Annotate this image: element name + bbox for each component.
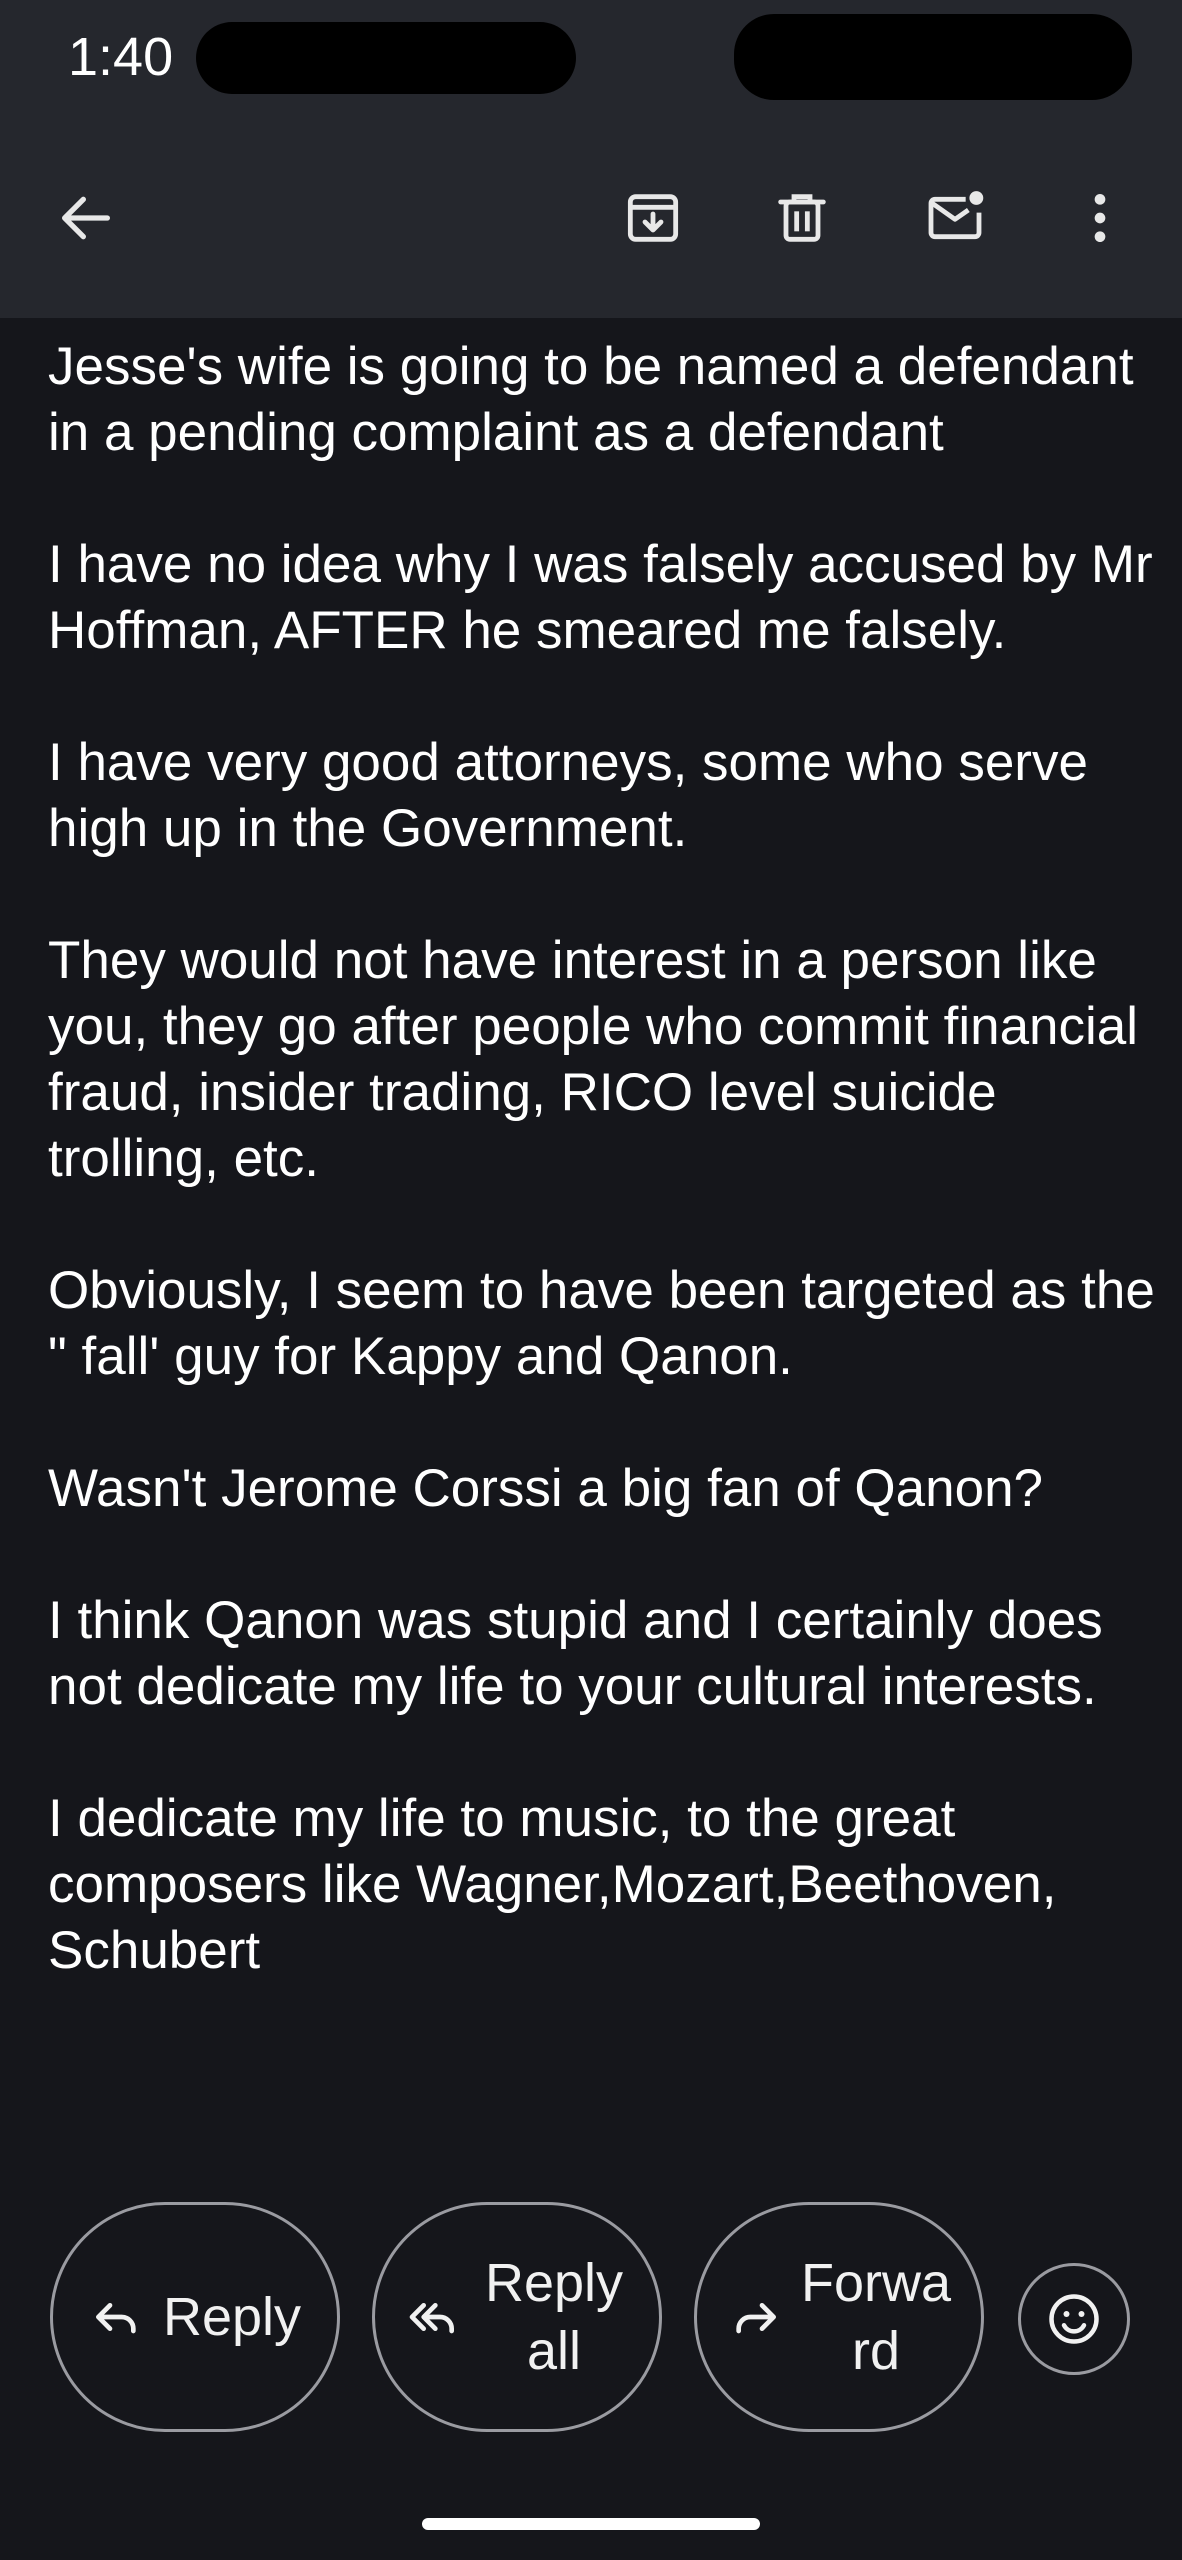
emoji-react-icon <box>1049 2294 1099 2344</box>
reply-all-label: Reply all <box>484 2253 624 2381</box>
email-paragraph: They would not have interest in a person… <box>48 931 1139 1188</box>
email-body: Jesse's wife is going to be named a defe… <box>48 334 1158 2050</box>
back-button[interactable] <box>36 168 136 268</box>
delete-button[interactable] <box>752 168 852 268</box>
arrow-back-icon <box>62 196 110 240</box>
trash-icon <box>778 194 826 242</box>
email-paragraph: I have very good attorneys, some who ser… <box>48 733 1088 858</box>
email-paragraph: Obviously, I seem to have been targeted … <box>48 1261 1155 1386</box>
reply-icon <box>95 2303 136 2334</box>
more-vert-icon <box>1094 194 1106 242</box>
forward-label: Forwa rd <box>801 2253 952 2381</box>
email-paragraph: Wasn't Jerome Corssi a big fan of Qanon? <box>48 1459 1044 1518</box>
email-paragraph: I have no idea why I was falsely accused… <box>48 535 1153 660</box>
redaction-block <box>734 14 1132 100</box>
archive-icon <box>627 194 679 242</box>
emoji-reaction-button[interactable] <box>1018 2263 1130 2375</box>
reply-label: Reply <box>162 2287 302 2347</box>
email-paragraph: I dedicate my life to music, to the grea… <box>48 1789 1057 1980</box>
mark-unread-button[interactable] <box>905 168 1005 268</box>
email-toolbar <box>0 118 1182 318</box>
status-bar: 1:40 <box>0 0 1182 118</box>
forward-icon <box>736 2303 776 2334</box>
home-indicator[interactable] <box>422 2518 760 2530</box>
redaction-block <box>196 22 576 94</box>
more-options-button[interactable] <box>1050 168 1150 268</box>
reply-all-button[interactable]: Reply all <box>372 2202 662 2432</box>
email-paragraph: I think Qanon was stupid and I certainly… <box>48 1591 1103 1716</box>
reply-button[interactable]: Reply <box>50 2202 340 2432</box>
forward-button[interactable]: Forwa rd <box>694 2202 984 2432</box>
archive-button[interactable] <box>603 168 703 268</box>
email-body-scroll[interactable]: Jesse's wife is going to be named a defe… <box>0 318 1182 2148</box>
mark-unread-icon <box>928 191 984 240</box>
status-time: 1:40 <box>68 27 174 87</box>
email-paragraph: Jesse's wife is going to be named a defe… <box>48 337 1134 462</box>
reply-all-icon <box>409 2303 454 2334</box>
